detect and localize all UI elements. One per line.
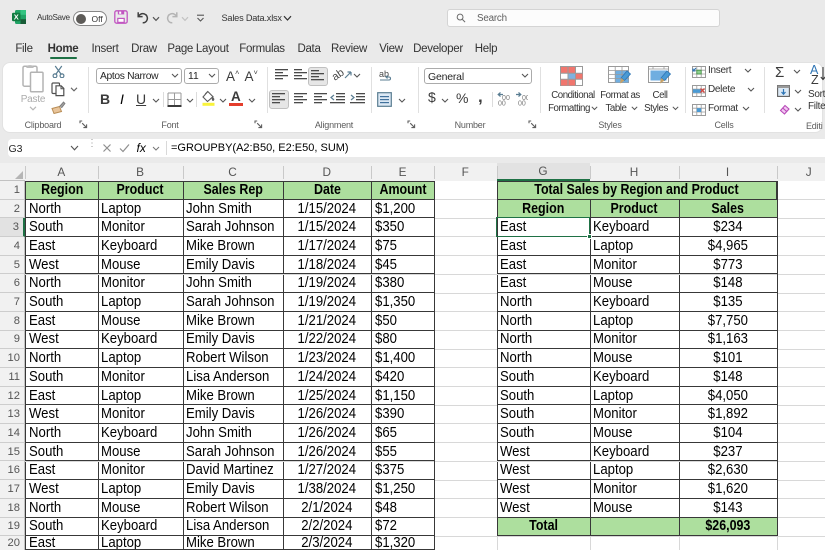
svg-text:00: 00 [518,101,526,107]
svg-text:0: 0 [506,95,510,102]
svg-text:00: 00 [498,101,506,107]
svg-text:X: X [14,13,19,22]
